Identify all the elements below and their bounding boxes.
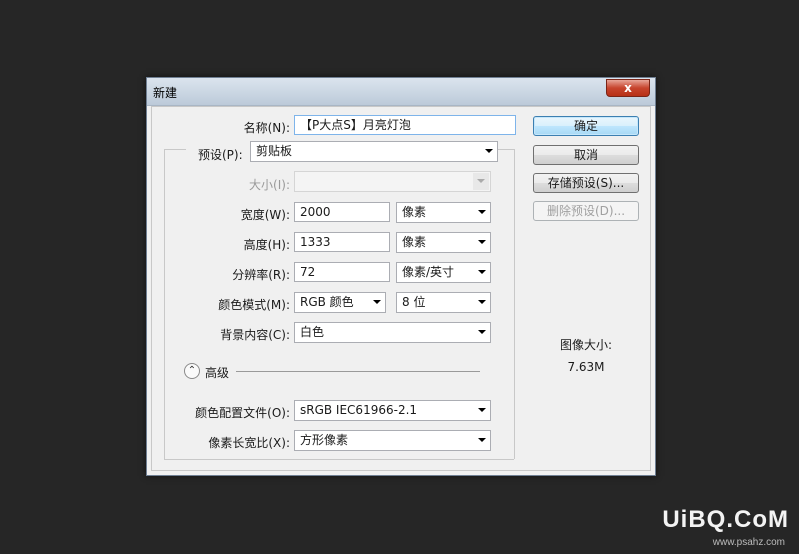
bit-depth-select[interactable]: 8 位 (396, 292, 491, 313)
save-preset-button[interactable]: 存储预设(S)... (533, 173, 639, 193)
color-mode-value: RGB 颜色 (300, 295, 354, 309)
group-box-top-left (164, 149, 186, 150)
close-icon: x (624, 81, 632, 95)
resolution-label: 分辨率(R): (232, 268, 290, 282)
group-box-left (164, 149, 165, 459)
chevron-down-icon (478, 300, 486, 304)
advanced-separator (236, 371, 480, 372)
bit-depth-value: 8 位 (402, 295, 426, 309)
chevron-up-icon: ⌃ (187, 365, 197, 376)
height-label: 高度(H): (243, 238, 290, 252)
chevron-down-icon (478, 240, 486, 244)
resolution-input[interactable]: 72 (294, 262, 390, 282)
group-box-top-right (498, 149, 514, 150)
image-size-label: 图像大小: (559, 338, 613, 352)
delete-preset-button: 删除预设(D)... (533, 201, 639, 221)
size-label: 大小(I): (249, 178, 290, 192)
resolution-unit-select[interactable]: 像素/英寸 (396, 262, 491, 283)
chevron-down-icon (478, 270, 486, 274)
advanced-label: 高级 (205, 366, 230, 380)
dialog-titlebar[interactable]: 新建 x (147, 78, 655, 106)
chevron-down-icon (373, 300, 381, 304)
color-mode-select[interactable]: RGB 颜色 (294, 292, 386, 313)
resolution-unit-value: 像素/英寸 (402, 265, 455, 279)
name-input[interactable]: 【P大点S】月亮灯泡 (294, 115, 516, 135)
pixel-aspect-select[interactable]: 方形像素 (294, 430, 491, 451)
preset-select[interactable]: 剪贴板 (250, 141, 498, 162)
pixel-aspect-value: 方形像素 (300, 433, 349, 447)
height-unit-select[interactable]: 像素 (396, 232, 491, 253)
watermark-logo: UiBQ.CoM (662, 506, 789, 533)
width-label: 宽度(W): (240, 208, 290, 222)
chevron-down-icon (478, 408, 486, 412)
color-mode-label: 颜色模式(M): (218, 298, 290, 312)
name-label: 名称(N): (243, 121, 290, 135)
height-input[interactable]: 1333 (294, 232, 390, 252)
cancel-button[interactable]: 取消 (533, 145, 639, 165)
image-size-value: 7.63M (567, 360, 605, 374)
dialog-title: 新建 (153, 86, 178, 100)
width-unit-select[interactable]: 像素 (396, 202, 491, 223)
height-unit-value: 像素 (402, 235, 427, 249)
group-box-right (514, 149, 515, 459)
color-profile-value: sRGB IEC61966-2.1 (300, 403, 418, 417)
background-label: 背景内容(C): (220, 328, 290, 342)
group-box-bottom (164, 459, 514, 460)
ok-button[interactable]: 确定 (533, 116, 639, 136)
color-profile-select[interactable]: sRGB IEC61966-2.1 (294, 400, 491, 421)
pixel-aspect-label: 像素长宽比(X): (208, 436, 290, 450)
chevron-down-icon (485, 149, 493, 153)
watermark-url: www.psahz.com (712, 537, 785, 548)
background-value: 白色 (300, 325, 325, 339)
chevron-down-icon (478, 330, 486, 334)
color-profile-label: 颜色配置文件(O): (195, 406, 290, 420)
chevron-down-icon (478, 210, 486, 214)
chevron-down-icon (478, 438, 486, 442)
width-input[interactable]: 2000 (294, 202, 390, 222)
advanced-toggle-button[interactable]: ⌃ (184, 363, 200, 379)
background-select[interactable]: 白色 (294, 322, 491, 343)
close-button[interactable]: x (606, 79, 650, 97)
width-unit-value: 像素 (402, 205, 427, 219)
size-select (294, 171, 491, 192)
chevron-down-icon (473, 173, 489, 190)
preset-value: 剪贴板 (256, 144, 293, 158)
